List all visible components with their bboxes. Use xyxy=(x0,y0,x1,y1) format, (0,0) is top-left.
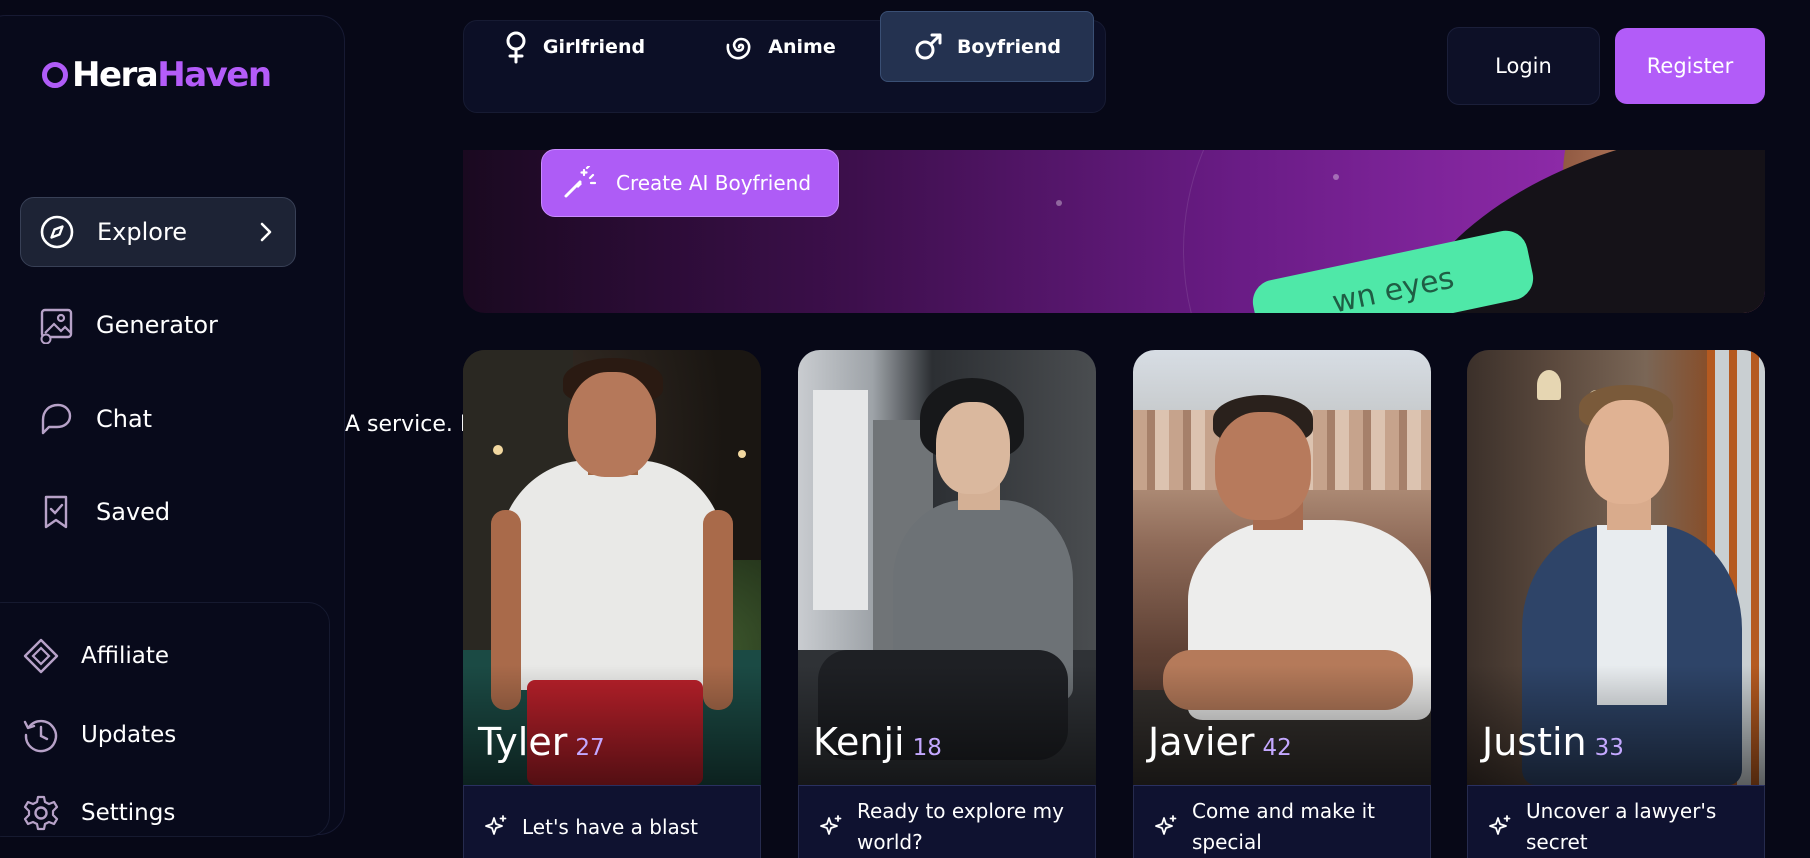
character-card-tyler[interactable]: Tyler 27 Let's have a blast xyxy=(463,350,761,858)
character-card-justin[interactable]: Justin 33 Uncover a lawyer's secret xyxy=(1467,350,1765,858)
spiral-icon xyxy=(724,32,754,62)
character-tagline-bar: Ready to explore my world? xyxy=(798,785,1096,858)
sidebar-item-label: Settings xyxy=(81,800,176,826)
banner-dot xyxy=(1333,174,1339,180)
tab-label: Boyfriend xyxy=(956,35,1062,58)
sidebar-item-label: Updates xyxy=(81,722,177,748)
tab-label: Girlfriend xyxy=(542,35,646,58)
character-name-text: Tyler xyxy=(478,720,568,764)
login-button[interactable]: Login xyxy=(1447,27,1600,105)
character-card-javier[interactable]: Javier 42 Come and make it special xyxy=(1133,350,1431,858)
create-ai-boyfriend-button[interactable]: Create AI Boyfriend xyxy=(541,149,839,217)
character-name: Tyler 27 xyxy=(478,720,605,764)
gear-icon xyxy=(20,792,62,834)
sidebar-item-label: Chat xyxy=(96,405,153,433)
character-age: 18 xyxy=(912,735,942,761)
create-button-label: Create AI Boyfriend xyxy=(616,171,812,195)
brand-logo[interactable]: Hera Haven xyxy=(42,55,272,95)
male-symbol-icon xyxy=(913,32,943,62)
character-age: 42 xyxy=(1262,735,1292,761)
character-tagline-bar: Let's have a blast xyxy=(463,785,761,858)
character-name-text: Javier xyxy=(1148,720,1255,764)
sidebar-item-label: Explore xyxy=(97,218,188,246)
brand-name-part1: Hera xyxy=(72,55,159,95)
sidebar-item-label: Generator xyxy=(96,311,218,339)
tab-boyfriend[interactable]: Boyfriend xyxy=(880,11,1094,82)
character-age: 33 xyxy=(1594,735,1624,761)
character-name: Javier 42 xyxy=(1148,720,1292,764)
history-icon xyxy=(20,714,62,756)
sparkle-icon xyxy=(1154,814,1178,838)
character-tagline-bar: Come and make it special xyxy=(1133,785,1431,858)
sidebar-item-label: Affiliate xyxy=(81,643,170,669)
tab-anime[interactable]: Anime xyxy=(690,11,870,82)
sparkle-icon xyxy=(1488,814,1512,838)
sidebar-item-updates[interactable]: Updates xyxy=(20,710,176,760)
character-age: 27 xyxy=(575,735,605,761)
character-name: Justin 33 xyxy=(1482,720,1624,764)
character-tagline: Come and make it special xyxy=(1192,799,1375,854)
bookmark-check-icon xyxy=(36,492,76,532)
character-name-text: Justin xyxy=(1482,720,1587,764)
female-symbol-icon xyxy=(503,30,529,64)
sidebar-item-saved[interactable]: Saved xyxy=(20,477,296,547)
character-tagline: Let's have a blast xyxy=(522,815,699,839)
sidebar-item-settings[interactable]: Settings xyxy=(20,788,175,838)
compass-icon xyxy=(37,212,77,252)
sidebar-item-affiliate[interactable]: Affiliate xyxy=(20,631,169,681)
character-tagline: Uncover a lawyer's secret xyxy=(1526,799,1717,854)
logo-ring-icon xyxy=(42,62,68,88)
brand-name-part2: Haven xyxy=(157,55,272,95)
banner-dot xyxy=(1056,200,1062,206)
magic-wand-icon xyxy=(562,166,596,200)
sparkle-icon xyxy=(819,814,843,838)
tab-girlfriend[interactable]: Girlfriend xyxy=(478,11,670,82)
chevron-right-icon xyxy=(259,221,273,249)
character-tagline-bar: Uncover a lawyer's secret xyxy=(1467,785,1765,858)
sidebar-item-chat[interactable]: Chat xyxy=(20,384,296,454)
character-card-kenji[interactable]: Kenji 18 Ready to explore my world? xyxy=(798,350,1096,858)
character-name-text: Kenji xyxy=(813,720,905,764)
register-button[interactable]: Register xyxy=(1615,28,1765,104)
affiliate-icon xyxy=(20,635,62,677)
image-generator-icon xyxy=(36,305,76,345)
character-name: Kenji 18 xyxy=(813,720,942,764)
character-tagline: Ready to explore my world? xyxy=(857,799,1064,854)
chat-bubble-icon xyxy=(36,399,76,439)
sparkle-icon xyxy=(484,814,508,838)
tab-label: Anime xyxy=(768,35,836,58)
sidebar-item-explore[interactable]: Explore xyxy=(20,197,296,267)
sidebar-item-label: Saved xyxy=(96,498,171,526)
sidebar-item-generator[interactable]: Generator xyxy=(20,290,296,360)
disclaimer-part1: A service. P xyxy=(345,412,474,437)
